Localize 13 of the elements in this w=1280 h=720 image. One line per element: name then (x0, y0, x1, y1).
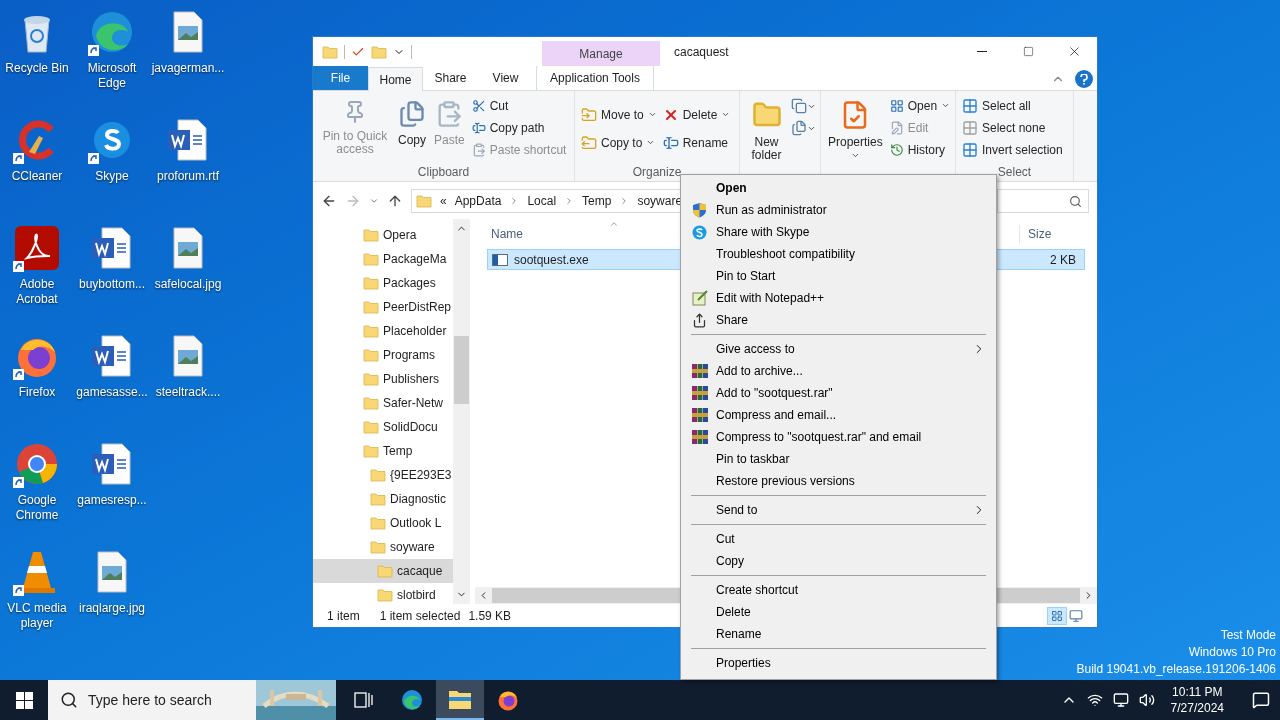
system-info-text: Test Mode (1220, 627, 1276, 644)
status-text: 1 item selected (379, 607, 461, 625)
context-tab-header: Manage (542, 41, 660, 66)
group-label: Clipboard (417, 165, 470, 179)
group-label: Organize (632, 165, 682, 179)
status-text: 1.59 KB (468, 607, 512, 625)
window-title: cacaquest (674, 43, 729, 61)
group-label: Select (997, 165, 1032, 179)
file-name: sootquest.exe (514, 251, 589, 269)
status-text: 1 item (327, 607, 360, 625)
system-info-text: Build 19041.vb_release.191206-1406 (1076, 661, 1276, 678)
system-info-text: Windows 10 Pro (1188, 644, 1276, 661)
file-size: 2 KB (1050, 251, 1076, 269)
